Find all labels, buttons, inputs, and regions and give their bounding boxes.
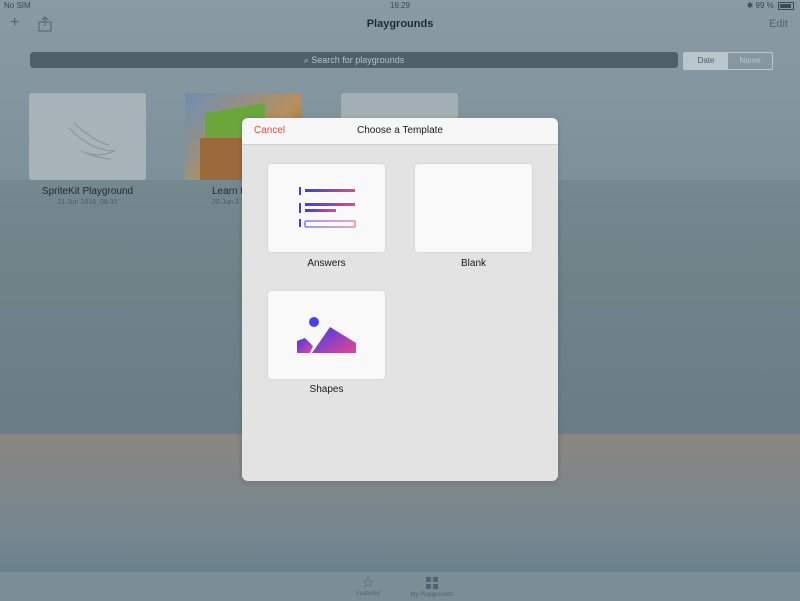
modal-title: Choose a Template xyxy=(357,125,443,136)
shapes-template-icon xyxy=(297,317,356,353)
sort-date-segment[interactable]: Date xyxy=(684,53,728,69)
edit-button[interactable]: Edit xyxy=(769,18,788,30)
search-bar[interactable]: ⌕ Search for playgrounds xyxy=(30,52,678,68)
sort-segmented-control: Date Name xyxy=(683,52,773,70)
template-shapes[interactable] xyxy=(268,291,385,379)
modal-header: Choose a Template Cancel xyxy=(242,118,558,145)
swift-logo-icon xyxy=(68,122,117,160)
cancel-button[interactable]: Cancel xyxy=(254,125,285,136)
template-blank[interactable] xyxy=(415,164,532,252)
tab-featured[interactable]: ☆ Featured xyxy=(338,574,398,597)
battery-status: ✱ 99 % xyxy=(747,1,794,10)
answers-template-icon xyxy=(299,187,356,228)
sort-name-segment[interactable]: Name xyxy=(728,53,772,69)
template-label: Blank xyxy=(460,258,486,269)
bluetooth-icon: ✱ xyxy=(746,1,754,10)
template-label: Answers xyxy=(307,258,346,269)
status-time: 16:29 xyxy=(389,1,411,10)
playground-title: Learn t xyxy=(212,186,244,197)
tab-my-playgrounds[interactable]: My Playgrounds xyxy=(402,574,462,598)
page-title: Playgrounds xyxy=(366,18,434,30)
playground-date: 20 Jun 2 xyxy=(212,199,239,206)
playground-card[interactable] xyxy=(29,93,146,180)
playground-title: SpriteKit Playground xyxy=(41,186,134,197)
search-icon: ⌕ xyxy=(303,55,309,65)
template-answers[interactable] xyxy=(268,164,385,252)
star-icon: ☆ xyxy=(361,574,375,591)
search-placeholder: Search for playgrounds xyxy=(311,55,405,65)
battery-label: 99 % xyxy=(755,1,774,10)
status-bar: No SIM 16:29 ✱ 99 % xyxy=(0,0,800,12)
template-label: Shapes xyxy=(309,384,344,395)
navigation-bar: + Playgrounds Edit xyxy=(0,12,800,42)
tab-bar: ☆ Featured My Playgrounds xyxy=(0,571,800,601)
playground-date: 21 Jun 2016, 08:32 xyxy=(57,199,118,206)
tab-label: My Playgrounds xyxy=(410,592,454,598)
choose-template-modal: Choose a Template Cancel Answers Blank S… xyxy=(242,118,558,481)
battery-icon xyxy=(778,1,794,10)
grid-icon xyxy=(426,577,438,589)
tab-label: Featured xyxy=(355,591,380,597)
